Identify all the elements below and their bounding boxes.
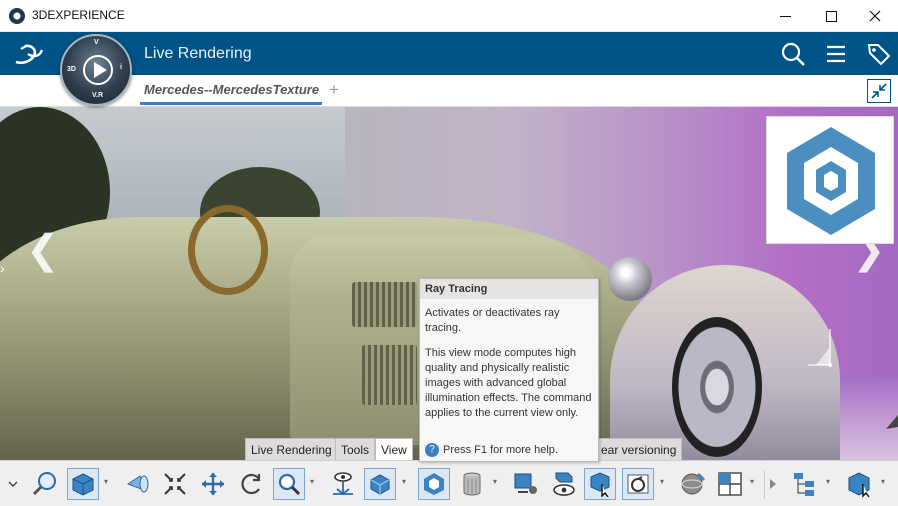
action-tab-view[interactable]: View [375, 438, 413, 461]
zoom-fit-icon[interactable] [159, 468, 191, 500]
animation-icon[interactable] [622, 468, 654, 500]
tooltip-details: This view mode computes high quality and… [425, 347, 592, 419]
camera-settings-icon[interactable] [510, 468, 542, 500]
app-header: Live Rendering [0, 32, 898, 75]
view-mode-icon[interactable] [122, 468, 154, 500]
tooltip-help-text: Press F1 for more help. [443, 444, 558, 456]
compass-right-label: i [120, 64, 122, 71]
render-mode-icon[interactable] [364, 468, 396, 500]
resize-handle-icon[interactable] [884, 413, 898, 433]
car-vent [362, 345, 417, 405]
compass-left-label: 3D [67, 66, 76, 73]
tab-bar: Mercedes--MercedesTexture + [0, 75, 898, 107]
compass-bottom-label: V.R [92, 92, 104, 99]
play-icon[interactable] [83, 55, 113, 85]
axis-triad-icon[interactable] [802, 325, 838, 371]
minimize-icon [779, 15, 791, 17]
tab-mercedes-texture[interactable]: Mercedes--MercedesTexture [144, 82, 320, 97]
properties-dropdown-icon[interactable]: ▾ [881, 477, 889, 489]
steering-wheel [188, 205, 268, 295]
ray-tracing-icon[interactable] [418, 468, 450, 500]
ds-logo-icon[interactable] [12, 40, 46, 68]
zoom-icon[interactable] [273, 468, 305, 500]
tooltip-description: Activates or deactivates ray tracing. [425, 307, 560, 334]
zoom-dropdown-icon[interactable]: ▾ [310, 477, 318, 489]
animation-dropdown-icon[interactable]: ▾ [660, 477, 668, 489]
tree-dropdown-icon[interactable]: ▾ [826, 477, 834, 489]
layout-icon[interactable] [714, 468, 746, 500]
tooltip-help: ? Press F1 for more help. [425, 443, 597, 458]
app-icon [9, 8, 25, 24]
look-at-icon[interactable] [327, 468, 359, 500]
ray-tracing-tooltip: Ray Tracing Activates or deactivates ray… [419, 278, 599, 462]
toolbar-collapse-icon[interactable] [6, 468, 20, 500]
tree-icon[interactable] [789, 468, 821, 500]
visibility-icon[interactable] [548, 468, 580, 500]
maximize-button[interactable] [808, 0, 854, 32]
layout-dropdown-icon[interactable]: ▾ [750, 477, 758, 489]
search-icon[interactable] [780, 41, 806, 67]
active-tab-indicator [140, 102, 322, 105]
previous-arrow-icon[interactable]: ❮ [26, 227, 60, 273]
collapse-view-button[interactable] [867, 79, 891, 103]
pan-icon[interactable] [197, 468, 229, 500]
car-headlamp [608, 257, 652, 301]
tag-icon[interactable] [866, 41, 892, 67]
menu-icon[interactable] [823, 41, 849, 67]
title-bar: 3DEXPERIENCE [0, 0, 898, 32]
material-icon[interactable] [676, 468, 708, 500]
side-panel-toggle-icon[interactable]: › [0, 260, 14, 282]
zoom-area-icon[interactable] [29, 468, 61, 500]
collapse-icon [871, 83, 887, 99]
maximize-icon [825, 10, 837, 22]
render-mode-dropdown-icon[interactable]: ▾ [402, 477, 410, 489]
minimize-button[interactable] [762, 0, 808, 32]
hexagon-logo-icon [787, 127, 875, 235]
compass-top-label: V [94, 39, 99, 46]
tooltip-title: Ray Tracing [420, 279, 598, 299]
app-window: 3DEXPERIENCE Live Rendering V 3D i V.R M… [0, 0, 898, 506]
properties-icon[interactable] [843, 468, 875, 500]
compass-widget[interactable]: V 3D i V.R [60, 34, 132, 106]
toolbar-more-icon[interactable] [766, 468, 780, 500]
toolbar-separator [764, 471, 765, 499]
close-icon [869, 10, 881, 22]
select-icon[interactable] [584, 468, 616, 500]
rotate-icon[interactable] [235, 468, 267, 500]
action-tab-tools[interactable]: Tools [335, 438, 376, 461]
environment-dropdown-icon[interactable]: ▾ [493, 477, 501, 489]
app-name: Live Rendering [144, 45, 252, 62]
view-cube-icon[interactable] [67, 468, 99, 500]
close-button[interactable] [852, 0, 898, 32]
action-tab-live-rendering[interactable]: Live Rendering [245, 438, 338, 461]
help-icon: ? [425, 443, 439, 458]
live-rendering-logo [766, 116, 894, 244]
add-tab-button[interactable]: + [329, 80, 339, 100]
window-title: 3DEXPERIENCE [32, 8, 125, 22]
car-wheel [672, 317, 762, 457]
environment-icon[interactable] [456, 468, 488, 500]
action-tab-versioning[interactable]: ear versioning [596, 438, 683, 461]
car-vent [352, 282, 417, 327]
view-cube-dropdown-icon[interactable]: ▾ [104, 477, 112, 489]
action-bar: ▾ ▾ ▾ ▾ ▾ ▾ ▾ ▾ [0, 460, 898, 506]
